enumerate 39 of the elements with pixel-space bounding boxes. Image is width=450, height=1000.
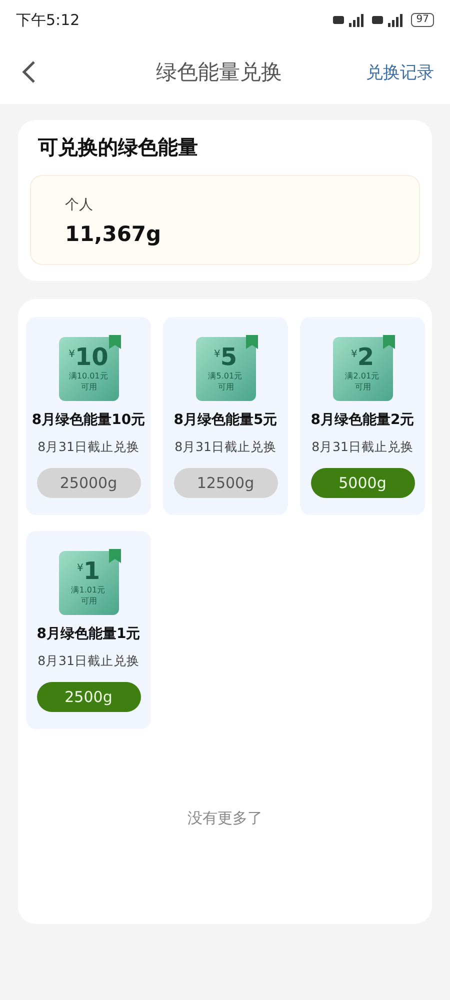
- bookmark-icon: [382, 335, 394, 349]
- coupon-usable: 可用: [80, 597, 96, 606]
- bookmark-icon: [246, 335, 258, 349]
- bookmark-icon: [108, 335, 120, 349]
- bookmark-icon: [108, 549, 120, 563]
- balance-label: 个人: [65, 196, 94, 214]
- reward-name: 8月绿色能量10元: [32, 411, 146, 429]
- currency-sign: ¥: [350, 349, 358, 360]
- page-title: 绿色能量兑换: [156, 59, 282, 86]
- coupon-usable: 可用: [218, 383, 234, 392]
- reward-name: 8月绿色能量2元: [310, 411, 414, 429]
- reward-deadline: 8月31日截止兑换: [38, 653, 140, 670]
- reward-name: 8月绿色能量5元: [174, 411, 278, 429]
- coupon-usable: 可用: [354, 383, 370, 392]
- coupon-amount: 1: [83, 557, 100, 585]
- coupon-amount: 5: [220, 343, 238, 371]
- currency-sign: ¥: [76, 563, 84, 574]
- reward-deadline: 8月31日截止兑换: [38, 439, 140, 456]
- coupon-condition: 满1.01元: [72, 586, 106, 595]
- history-link[interactable]: 兑换记录: [366, 60, 434, 84]
- coupon-amount: 10: [74, 343, 108, 371]
- redeem-button[interactable]: 2500g: [36, 682, 140, 712]
- reward-deadline: 8月31日截止兑换: [174, 439, 276, 456]
- end-of-list-text: 没有更多了: [188, 809, 262, 828]
- coupon-condition: 满2.01元: [346, 372, 380, 381]
- currency-sign: ¥: [68, 349, 75, 360]
- battery-level: 97: [411, 13, 434, 27]
- reward-deadline: 8月31日截止兑换: [312, 439, 414, 456]
- reward-name: 8月绿色能量1元: [36, 625, 140, 643]
- currency-sign: ¥: [214, 349, 220, 360]
- balance-value: 11,367g: [65, 222, 162, 246]
- coupon-amount: 2: [357, 343, 374, 371]
- coupon-condition: 满10.01元: [69, 372, 108, 381]
- balance-title: 可兑换的绿色能量: [37, 134, 199, 161]
- coupon-condition: 满5.01元: [208, 372, 242, 381]
- back-icon[interactable]: [22, 60, 36, 84]
- redeem-button[interactable]: 5000g: [310, 468, 414, 498]
- status-time: 下午5:12: [16, 10, 80, 30]
- coupon-usable: 可用: [80, 383, 96, 392]
